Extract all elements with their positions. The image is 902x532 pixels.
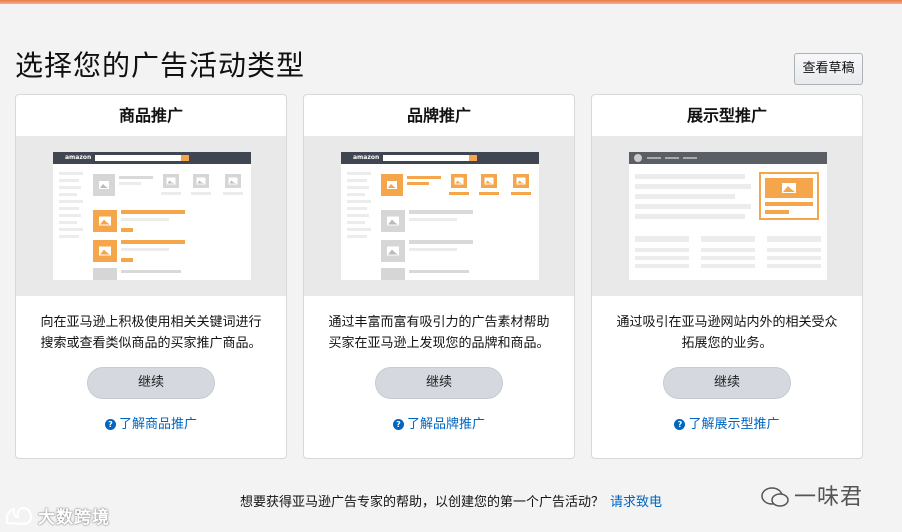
- top-accent-bar: [0, 0, 902, 4]
- campaign-card-sponsored-brands: 品牌推广 amazon 通过丰富而富有吸引力的广告素材帮助 买家在亚马逊上发现您…: [303, 94, 575, 459]
- learn-more-link[interactable]: ? 了解品牌推广: [304, 413, 574, 432]
- watermark-right: 一味君: [760, 479, 863, 511]
- card-title: 展示型推广: [686, 106, 767, 125]
- view-drafts-button[interactable]: 查看草稿: [794, 53, 863, 85]
- card-description: 通过吸引在亚马逊网站内外的相关受众 拓展您的业务。: [616, 315, 838, 351]
- preview-illustration: amazon: [304, 136, 574, 296]
- help-icon: ?: [104, 419, 116, 430]
- continue-button[interactable]: 继续: [375, 367, 503, 399]
- continue-button[interactable]: 继续: [663, 367, 791, 399]
- learn-more-link[interactable]: ? 了解商品推广: [16, 413, 286, 432]
- card-title: 商品推广: [118, 106, 183, 125]
- wechat-icon: [761, 487, 789, 507]
- card-title: 品牌推广: [406, 106, 471, 125]
- page-title: 选择您的广告活动类型: [15, 49, 306, 82]
- card-description: 向在亚马逊上积极使用相关关键词进行 搜索或查看类似商品的买家推广商品。: [40, 315, 262, 351]
- mock-logo: amazon: [65, 154, 92, 161]
- campaign-card-sponsored-display: 展示型推广 通过吸引在亚马逊网站内外的相关受众 拓展您的业务。 继续 ? 了解展…: [591, 94, 863, 459]
- request-call-link[interactable]: 请求致电: [610, 495, 662, 510]
- continue-button[interactable]: 继续: [87, 367, 215, 399]
- watermark-left: 大数跨境: [4, 503, 110, 528]
- campaign-card-sponsored-products: 商品推广 amazon 向在亚马逊上积极使用相关关键词进行 搜索或查看类似商品的…: [15, 94, 287, 459]
- preview-illustration: amazon: [16, 136, 286, 296]
- mock-logo: amazon: [353, 154, 380, 161]
- preview-illustration: [592, 136, 862, 296]
- watermark-logo-icon: [5, 506, 33, 526]
- card-description: 通过丰富而富有吸引力的广告素材帮助 买家在亚马逊上发现您的品牌和商品。: [328, 315, 550, 351]
- learn-more-link[interactable]: ? 了解展示型推广: [592, 413, 862, 432]
- help-icon: ?: [392, 419, 404, 430]
- help-icon: ?: [674, 419, 686, 430]
